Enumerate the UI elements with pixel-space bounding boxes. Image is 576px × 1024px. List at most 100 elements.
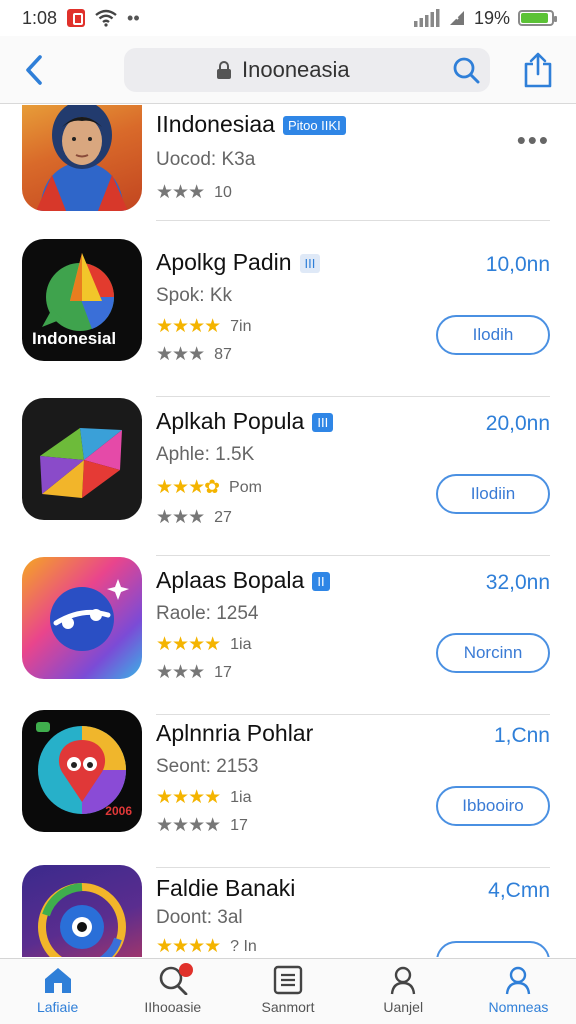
profile-icon [506, 966, 531, 995]
tab-list[interactable]: Sanmort [230, 959, 345, 1024]
app-subtitle: Spok: Kk [156, 285, 233, 306]
home-icon [44, 968, 71, 993]
app-tag: Pitoo IIKI [282, 116, 346, 136]
tab-search[interactable]: IIhooasie [115, 959, 230, 1024]
app-icon[interactable] [22, 557, 142, 679]
gray-stars-icon: ★★★ [156, 182, 205, 203]
lock-icon [217, 60, 231, 79]
app-icon-label: 2006 [105, 804, 132, 818]
gold-stars-icon: ★★★★ [156, 316, 221, 337]
search-icon[interactable] [452, 56, 480, 84]
rating-label: ? In [230, 937, 257, 955]
signal-icon [413, 9, 440, 27]
rating-line: ★★★★ ? In [156, 935, 257, 957]
rating-line: ★★★ 27 [156, 506, 232, 529]
app-row[interactable]: IIndonesiaa Pitoo IIKI Uocod: K3a ★★★ 10 … [0, 105, 576, 247]
gold-stars-icon: ★★★★ [156, 787, 221, 808]
app-subtitle: Seont: 2153 [156, 756, 259, 777]
app-icon[interactable] [22, 865, 142, 957]
wifi-icon [95, 9, 117, 27]
app-icon-label: Indonesial [32, 329, 117, 348]
app-name: Aplnnria Pohlar [156, 720, 313, 747]
tab-label: Sanmort [261, 999, 315, 1015]
app-icon[interactable] [22, 398, 142, 520]
app-title: IIndonesiaa [156, 111, 275, 137]
gold-stars-icon: ★★★✿ [156, 477, 220, 498]
tab-today[interactable]: Lafiaie [0, 959, 115, 1024]
status-right: 19% [413, 7, 557, 29]
rating-label: Pom [229, 478, 262, 496]
notification-icon [67, 9, 86, 27]
get-button[interactable] [436, 941, 550, 957]
geometric-pinwheel-icon [40, 428, 122, 498]
get-button[interactable]: Ibbooiro [436, 786, 550, 826]
app-name: Apolkg Padin III [156, 249, 321, 276]
rating-label: 1ia [230, 788, 252, 806]
tab-account[interactable]: Nomneas [461, 959, 576, 1024]
app-name: Aplaas Bopala II [156, 567, 330, 594]
rating-line: ★★★ 17 [156, 661, 232, 684]
tab-bar: Lafiaie IIhooasie Sanmort Uanjel Nomneas [0, 958, 576, 1024]
app-title: Aplaas Bopala [156, 567, 305, 593]
tab-label: Uanjel [383, 999, 424, 1015]
app-list: IIndonesiaa Pitoo IIKI Uocod: K3a ★★★ 10 … [0, 105, 576, 957]
person-icon [391, 966, 416, 995]
app-title: Faldie Banaki [156, 875, 296, 901]
get-button[interactable]: Ilodiin [436, 474, 550, 514]
tab-updates[interactable]: Uanjel [346, 959, 461, 1024]
rating-count: 10 [214, 183, 232, 201]
rating-line: ★★★ 10 [156, 181, 232, 204]
app-price: 32,0nn [485, 571, 550, 594]
app-price: 10,0nn [485, 253, 550, 276]
app-subtitle: Aphle: 1.5K [156, 444, 255, 465]
gold-stars-icon: ★★★★ [156, 936, 221, 957]
app-row[interactable]: 2006 Aplnnria Pohlar Seont: 2153 ★★★★ 1i… [0, 710, 576, 868]
share-icon [524, 52, 552, 87]
app-tag: II [312, 572, 330, 592]
app-subtitle: Uocod: K3a [156, 149, 256, 170]
divider [156, 220, 550, 221]
tab-label: Nomneas [488, 999, 549, 1015]
more-options-button[interactable]: ••• [517, 125, 550, 156]
get-button[interactable]: Ilodih [436, 315, 550, 355]
app-subtitle: Doont: 3al [156, 907, 243, 928]
gray-stars-icon: ★★★ [156, 507, 205, 528]
get-button[interactable]: Norcinn [436, 633, 550, 673]
app-title: Apolkg Padin [156, 249, 292, 275]
share-button[interactable] [520, 50, 556, 90]
rating-line: ★★★ 87 [156, 343, 232, 366]
rating-line: ★★★★ 7in [156, 315, 252, 338]
divider [156, 396, 550, 397]
app-row[interactable]: Faldie Banaki Doont: 3al ★★★★ ? In 4,Cmn [0, 865, 576, 957]
status-left: 1:08 •• [22, 8, 140, 29]
app-tag: III [312, 413, 334, 433]
status-time: 1:08 [22, 7, 58, 28]
app-row[interactable]: Indonesial Apolkg Padin III Spok: Kk ★★★★… [0, 239, 576, 397]
search-field[interactable]: Inooneasia [124, 47, 490, 92]
app-row[interactable]: Aplkah Popula III Aphle: 1.5K ★★★✿ Pom ★★… [0, 398, 576, 556]
battery-percent: 19% [473, 7, 510, 28]
rating-count: 17 [214, 663, 232, 681]
gray-stars-icon: ★★★★ [156, 815, 221, 836]
app-icon[interactable] [22, 105, 142, 211]
more-dots-icon: •• [127, 7, 140, 28]
app-title: Aplkah Popula [156, 408, 305, 434]
back-button[interactable] [14, 50, 54, 90]
gray-stars-icon: ★★★ [156, 344, 205, 365]
list-icon [273, 965, 303, 995]
rating-count: 87 [214, 345, 232, 363]
battery-icon [518, 10, 557, 26]
rating-label: 7in [230, 317, 252, 335]
app-price: 20,0nn [485, 412, 550, 435]
data-signal-icon [449, 11, 464, 25]
nav-bar: Inooneasia [0, 36, 576, 104]
app-row[interactable]: Aplaas Bopala II Raole: 1254 ★★★★ 1ia ★★★… [0, 557, 576, 715]
app-subtitle: Raole: 1254 [156, 603, 259, 624]
app-icon[interactable]: Indonesial [22, 239, 142, 361]
app-icon[interactable]: 2006 [22, 710, 142, 832]
rating-line: ★★★✿ Pom [156, 476, 262, 499]
app-name: Aplkah Popula III [156, 408, 334, 435]
battery-level [521, 13, 548, 23]
app-price: 1,Cnn [493, 724, 550, 747]
rating-line: ★★★★ 17 [156, 814, 248, 837]
